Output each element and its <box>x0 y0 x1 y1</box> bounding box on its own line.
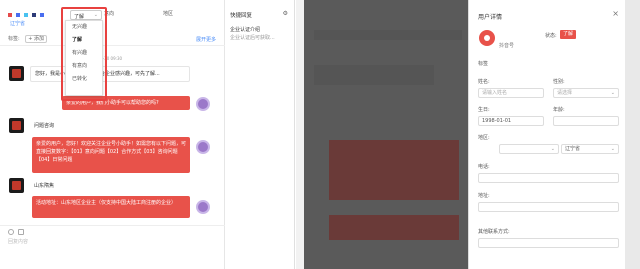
message-bubble: 您好，我是小助手，如对本平台企业感兴趣，可先了解... <box>30 66 190 82</box>
birthday-input[interactable]: 1998-01-01 <box>478 116 544 126</box>
name-placeholder: 请输入姓名 <box>482 90 508 96</box>
bot-avatar <box>196 200 210 214</box>
user-avatar <box>479 30 495 46</box>
other-contact-label: 其他联系方式: <box>478 229 510 235</box>
name-input[interactable]: 请输入姓名 <box>478 88 544 98</box>
chat-header: 了解 ⌄ 意向 地区 辽宁省 标签: + 添加 展开更多 <box>0 0 225 46</box>
chat-panel: 了解 ⌄ 意向 地区 辽宁省 标签: + 添加 展开更多 2020-06-30 … <box>0 0 225 269</box>
reply-input[interactable]: 回复内容 <box>8 238 28 245</box>
phone-input[interactable] <box>478 173 619 183</box>
bot-avatar <box>196 140 210 154</box>
birthday-value: 1998-01-01 <box>482 118 512 124</box>
panel-title: 用户详情 <box>478 14 503 21</box>
gender-select[interactable]: 请选择 ⌄ <box>553 88 619 98</box>
phone-label: 电话: <box>478 164 490 170</box>
status-label: 状态: <box>545 33 557 39</box>
age-label: 年龄: <box>553 107 565 113</box>
sender-name: 问题咨询 <box>34 123 55 129</box>
tag-blue-2[interactable] <box>40 13 44 17</box>
quick-reply-panel: 快捷回复 ⚙ 企业认证介绍 企业认证后可获取... <box>225 0 295 269</box>
gear-icon[interactable]: ⚙ <box>283 10 288 17</box>
highlight-box <box>61 7 107 101</box>
gender-placeholder: 请选择 <box>557 90 573 96</box>
region-label: 地区: <box>478 135 490 141</box>
status-badge[interactable]: 了解 <box>560 30 577 39</box>
window-edge <box>625 0 640 269</box>
chevron-down-icon: ⌄ <box>610 146 615 152</box>
tag-cyan[interactable] <box>24 13 28 17</box>
image-icon[interactable] <box>18 229 24 235</box>
account-label: 抖音号 <box>499 43 515 49</box>
province-select[interactable]: 辽宁省 ⌄ <box>561 144 619 154</box>
quick-reply-item-sub: 企业认证后可获取... <box>230 35 275 41</box>
avatar <box>9 178 24 193</box>
emoji-icon[interactable] <box>8 229 14 235</box>
province-text: 辽宁省 <box>10 21 26 27</box>
tag-row: 标签: + 添加 <box>8 35 48 43</box>
message-bubble: 亲爱的用户，您好！欢迎关注企业号小助手！如需您有以下问题，可直接回复数字：【01… <box>32 137 190 173</box>
address-input[interactable] <box>478 202 619 212</box>
close-icon[interactable]: × <box>612 9 619 18</box>
sender-name: 山东隋焦 <box>34 183 55 189</box>
birthday-label: 生日: <box>478 107 490 113</box>
tag-blue[interactable] <box>16 13 20 17</box>
expand-more-link[interactable]: 展开更多 <box>196 36 216 43</box>
chevron-down-icon: ⌄ <box>550 146 555 152</box>
avatar <box>9 118 24 133</box>
user-detail-panel: 用户详情 × 状态: 了解 抖音号 标签 姓名: 性别: 请输入姓名 请选择 ⌄… <box>468 0 625 269</box>
bot-avatar <box>196 97 210 111</box>
gender-label: 性别: <box>553 79 565 85</box>
quick-reply-item-title: 企业认证介绍 <box>230 27 261 33</box>
message-bubble: 活动地址：山东地区企业主（仅支持中国大陆工商注册的企业） <box>32 196 190 218</box>
scrollbar[interactable] <box>296 0 304 269</box>
other-contact-input[interactable] <box>478 238 619 248</box>
reply-area: 回复内容 <box>0 225 225 269</box>
chevron-down-icon: ⌄ <box>610 90 615 96</box>
quick-reply-item[interactable]: 企业认证介绍 企业认证后可获取... <box>230 26 290 46</box>
add-tag-button[interactable]: + 添加 <box>25 35 48 43</box>
avatar <box>9 66 24 81</box>
region-field[interactable]: 地区 <box>163 10 173 17</box>
color-tags <box>8 13 44 17</box>
age-input[interactable] <box>553 116 619 126</box>
city-select[interactable]: ⌄ <box>499 144 559 154</box>
address-label: 地址: <box>478 193 490 199</box>
tag-red[interactable] <box>8 13 12 17</box>
tag-label: 标签 <box>478 61 489 67</box>
province-value: 辽宁省 <box>565 146 581 152</box>
modal-overlay[interactable] <box>304 0 468 269</box>
name-label: 姓名: <box>478 79 490 85</box>
tag-label: 标签: <box>8 36 20 42</box>
quick-reply-title: 快捷回复 <box>230 13 253 19</box>
tag-navy[interactable] <box>32 13 36 17</box>
